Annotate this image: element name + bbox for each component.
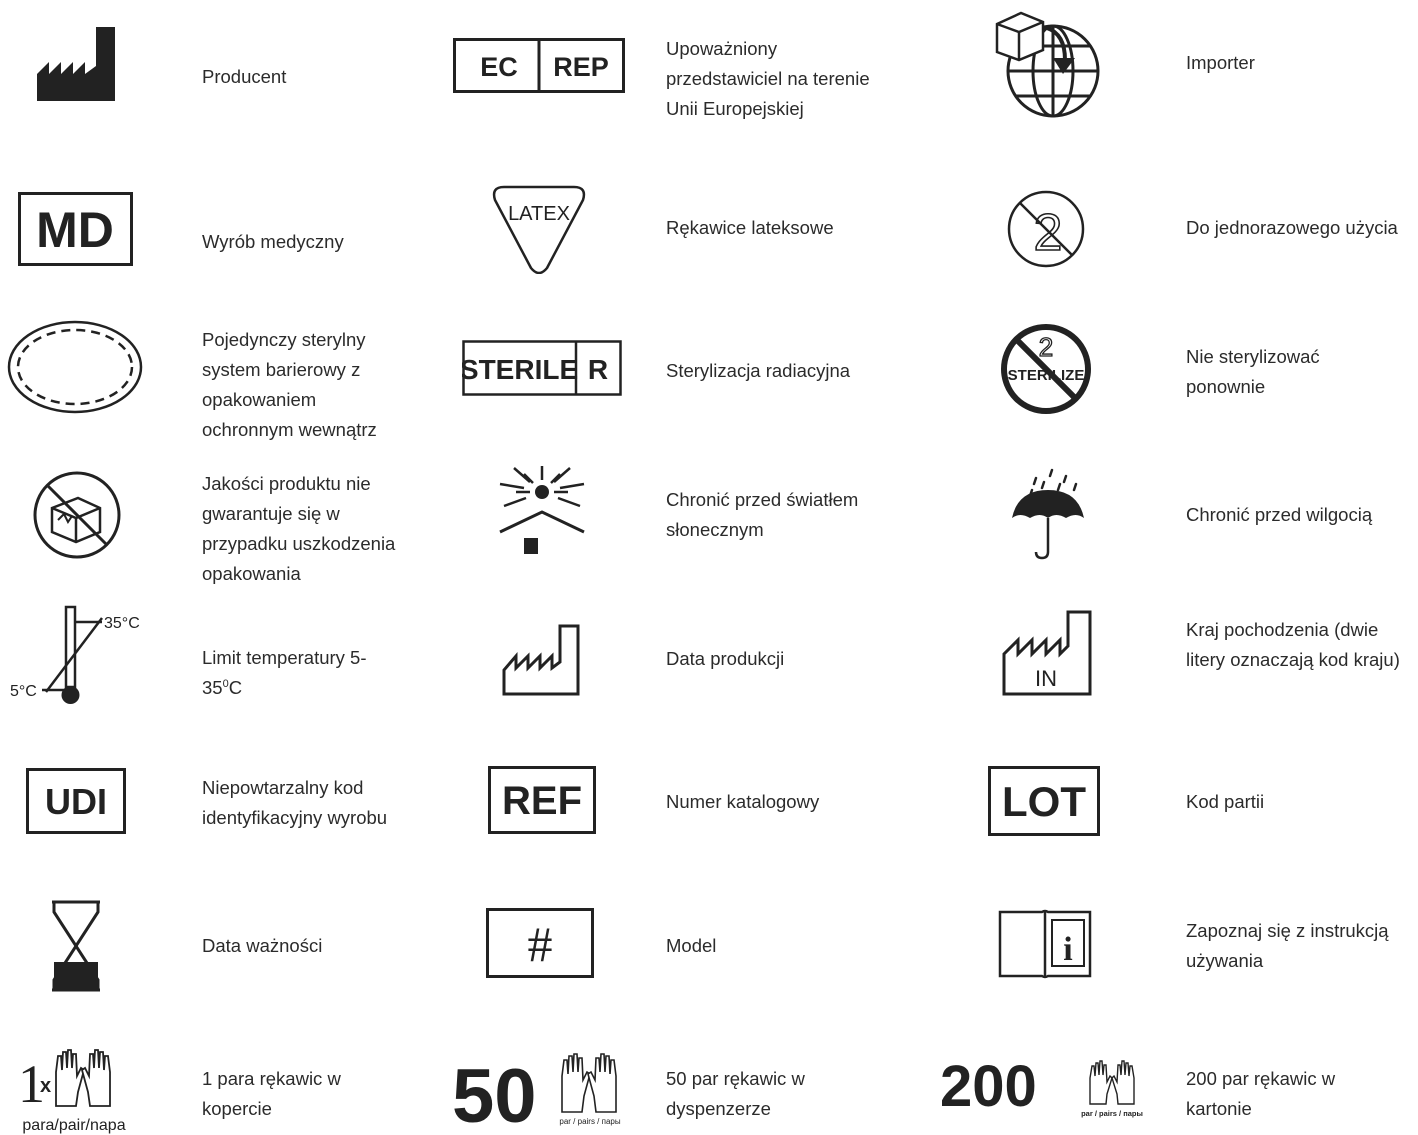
importer-icon	[995, 10, 1103, 120]
production-date-label: Data produkcji	[666, 648, 785, 669]
no-resterilize-label: Nie sterylizować ponownie	[1186, 346, 1320, 397]
temperature-limit-label: Limit temperatury 5-350C	[202, 643, 402, 703]
country-code-text: IN	[1035, 666, 1057, 691]
single-use-label: Do jednorazowego użycia	[1186, 217, 1398, 238]
fifty-pairs-icon: 50 par / pairs / пары	[452, 1052, 632, 1128]
ec-rep-label: Upoważniony przedstawiciel na terenie Un…	[666, 38, 870, 119]
ifu-icon: i	[998, 908, 1092, 980]
ifu-label: Zapoznaj się z instrukcją używania	[1186, 920, 1389, 971]
damaged-package-icon	[32, 470, 122, 560]
single-use-two: 2	[1034, 204, 1063, 262]
temp-high-text: 35°C	[104, 615, 140, 632]
x-text: x	[40, 1075, 51, 1097]
sterile-r-icon: STERILE R	[462, 340, 622, 396]
latex-icon: LATEX	[490, 184, 588, 274]
country-origin-label: Kraj pochodzenia (dwie litery oznaczają …	[1186, 619, 1400, 670]
moisture-label: Chronić przed wilgocią	[1186, 504, 1373, 525]
lot-icon: LOT	[988, 766, 1100, 836]
model-icon: #	[486, 908, 594, 978]
lot-label: Kod partii	[1186, 791, 1265, 812]
manufacturer-label: Producent	[202, 66, 287, 87]
medical-device-label: Wyrób medyczny	[202, 231, 344, 252]
udi-icon: UDI	[26, 768, 126, 834]
udi-label: Niepowtarzalny kod identyfikacyjny wyrob…	[202, 777, 388, 828]
sterile-text: STERILE	[462, 354, 578, 385]
model-label: Model	[666, 935, 717, 956]
sunlight-label: Chronić przed światłem słonecznym	[666, 489, 859, 540]
expiry-icon	[50, 900, 102, 992]
importer-label: Importer	[1186, 52, 1255, 73]
ec-rep-icon: EC REP	[453, 38, 625, 93]
expiry-label: Data ważności	[202, 935, 323, 956]
medical-device-icon: MD	[18, 192, 133, 266]
r-text: R	[588, 354, 608, 385]
production-date-icon	[502, 624, 580, 696]
sterile-barrier-icon	[7, 320, 144, 414]
sterile-r-label: Sterylizacja radiacyjna	[666, 360, 851, 381]
two-hundred-pairs-icon: 200 par / pairs / пары	[940, 1058, 1156, 1120]
two-hundred-text: 200	[940, 1058, 1037, 1119]
no-resterilize-two: 2	[1039, 332, 1053, 362]
temperature-limit-suffix: C	[228, 677, 243, 698]
moisture-icon	[1008, 462, 1088, 562]
manufacturer-icon	[36, 26, 116, 102]
two-hundred-pairs-label: 200 par rękawic w kartonie	[1186, 1068, 1336, 1119]
damaged-package-label: Jakości produktu nie gwarantuje się w pr…	[202, 473, 396, 584]
sunlight-icon	[494, 462, 590, 558]
single-use-icon: 2	[1006, 186, 1086, 272]
info-text: i	[1063, 931, 1072, 968]
sterile-barrier-label: Pojedynczy sterylny system barierowy z o…	[202, 329, 377, 440]
fifty-text: 50	[452, 1054, 537, 1128]
country-origin-icon: IN	[1002, 610, 1092, 696]
udi-text: UDI	[45, 781, 107, 822]
lot-text: LOT	[1002, 778, 1086, 825]
two-hundred-par-pairs-text: par / pairs / пары	[1081, 1109, 1143, 1118]
md-text: MD	[36, 202, 114, 258]
para-pair-text: para/pair/napa	[22, 1117, 125, 1134]
one-pair-label: 1 para rękawic w kopercie	[202, 1068, 341, 1119]
temperature-limit-icon: 35°C 5°C	[8, 604, 144, 710]
fifty-pairs-label: 50 par rękawic w dyspenzerze	[666, 1068, 805, 1119]
latex-text: LATEX	[508, 203, 570, 225]
fifty-par-pairs-text: par / pairs / пары	[559, 1117, 620, 1126]
sterilize-text: STERILIZE	[1008, 367, 1085, 384]
no-resterilize-icon: 2 STERILIZE	[1000, 322, 1093, 416]
rep-text: REP	[553, 52, 609, 82]
ref-label: Numer katalogowy	[666, 791, 820, 812]
ref-icon: REF	[488, 766, 596, 834]
latex-label: Rękawice lateksowe	[666, 217, 834, 238]
temp-low-text: 5°C	[10, 683, 37, 700]
temperature-limit-prefix: Limit temperatury 5-35	[202, 647, 367, 698]
hash-text: #	[528, 916, 553, 972]
one-pair-icon: 1 x para/pair/napa	[18, 1046, 132, 1134]
ec-text: EC	[480, 52, 518, 82]
ref-text: REF	[502, 779, 582, 823]
